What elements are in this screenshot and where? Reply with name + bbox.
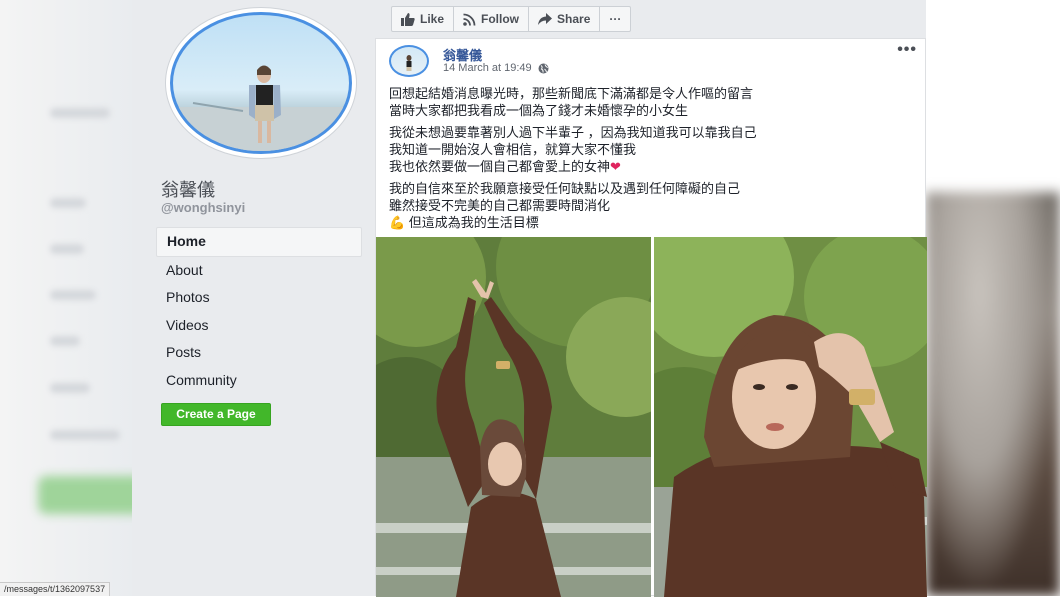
post-line: 💪 但這成為我的生活目標 (389, 215, 539, 230)
post-line: 回想起結婚消息曝光時，那些新聞底下滿滿都是令人作嘔的留言 (389, 86, 754, 101)
blurred-text (50, 430, 120, 440)
avatar-figure (406, 55, 412, 71)
post-line: 我從未想過要靠著別人過下半輩子 ，因為我知道我可以靠我自己 (389, 125, 757, 140)
photo-woman-arms-raised (376, 237, 651, 597)
post-line: 雖然接受不完美的自己都需要時間消化 (389, 198, 611, 213)
post-photo-1[interactable] (376, 237, 651, 597)
profile-photo-figure (173, 65, 349, 151)
blurred-background-right (926, 0, 1060, 596)
post-line: 我的自信來至於我願意接受任何缺點以及遇到任何障礙的自己 (389, 181, 741, 196)
nav-item-about[interactable]: About (156, 257, 362, 285)
photo-woman-hand-on-head (654, 237, 927, 597)
rss-follow-icon (463, 13, 476, 26)
nav-item-community[interactable]: Community (156, 367, 362, 395)
nav-item-home[interactable]: Home (156, 227, 362, 257)
share-button[interactable]: Share (528, 6, 601, 32)
blurred-text (50, 383, 90, 393)
globe-icon (538, 63, 549, 73)
blurred-button (38, 476, 132, 514)
post-author-avatar[interactable] (389, 45, 429, 77)
page-handle: @wonghsinyi (161, 200, 246, 215)
profile-picture-frame (166, 8, 356, 158)
post-body: 回想起結婚消息曝光時，那些新聞底下滿滿都是令人作嘔的留言 當時大家都把我看成一個… (389, 85, 909, 231)
post-photo-2[interactable] (654, 237, 927, 597)
nav-item-posts[interactable]: Posts (156, 339, 362, 367)
nav-item-photos[interactable]: Photos (156, 284, 362, 312)
like-label: Like (420, 12, 445, 26)
blurred-text (50, 108, 110, 118)
post-options-button[interactable]: ••• (897, 41, 917, 59)
heart-emoji: ❤ (610, 159, 621, 174)
more-actions-button[interactable]: ··· (599, 6, 632, 32)
main-column: Like Follow Share ··· 翁馨儀 14 March at 19… (375, 0, 927, 597)
post-photo-grid (376, 237, 927, 597)
share-arrow-icon (538, 13, 553, 25)
page-nav: Home About Photos Videos Posts Community (156, 227, 362, 394)
post-line: 當時大家都把我看成一個為了錢才未婚懷孕的小女生 (389, 103, 689, 118)
blurred-text (50, 198, 86, 208)
post-line-text: 我也依然要做一個自己都會愛上的女神 (389, 159, 611, 174)
post-line: 我也依然要做一個自己都會愛上的女神❤ (389, 158, 909, 175)
post-timestamp-row: 14 March at 19:49 (443, 62, 549, 74)
post-timestamp[interactable]: 14 March at 19:49 (443, 62, 532, 74)
page-action-bar: Like Follow Share ··· (391, 6, 632, 32)
thumbs-up-icon (401, 12, 415, 26)
share-label: Share (557, 12, 591, 26)
follow-button[interactable]: Follow (453, 6, 530, 32)
page-name: 翁馨儀 (161, 180, 215, 200)
like-button[interactable]: Like (391, 6, 455, 32)
follow-label: Follow (481, 12, 520, 26)
blurred-text (50, 336, 80, 346)
post-line: 我知道一開始沒人會相信，就算大家不懂我 (389, 142, 637, 157)
status-bar-url: /messages/t/1362097537 (0, 582, 111, 596)
page-sidebar: 翁馨儀 @wonghsinyi Home About Photos Videos… (132, 0, 376, 596)
nav-item-videos[interactable]: Videos (156, 312, 362, 340)
post-card: 翁馨儀 14 March at 19:49 ••• 回想起結婚消息曝光時，那些新… (375, 38, 927, 597)
profile-picture[interactable] (170, 12, 352, 154)
blurred-text (50, 244, 84, 254)
blurred-background-left (0, 0, 132, 596)
more-dots-icon: ··· (609, 12, 622, 26)
blurred-photo (926, 192, 1060, 596)
create-page-button[interactable]: Create a Page (161, 403, 271, 426)
blurred-text (50, 290, 96, 300)
